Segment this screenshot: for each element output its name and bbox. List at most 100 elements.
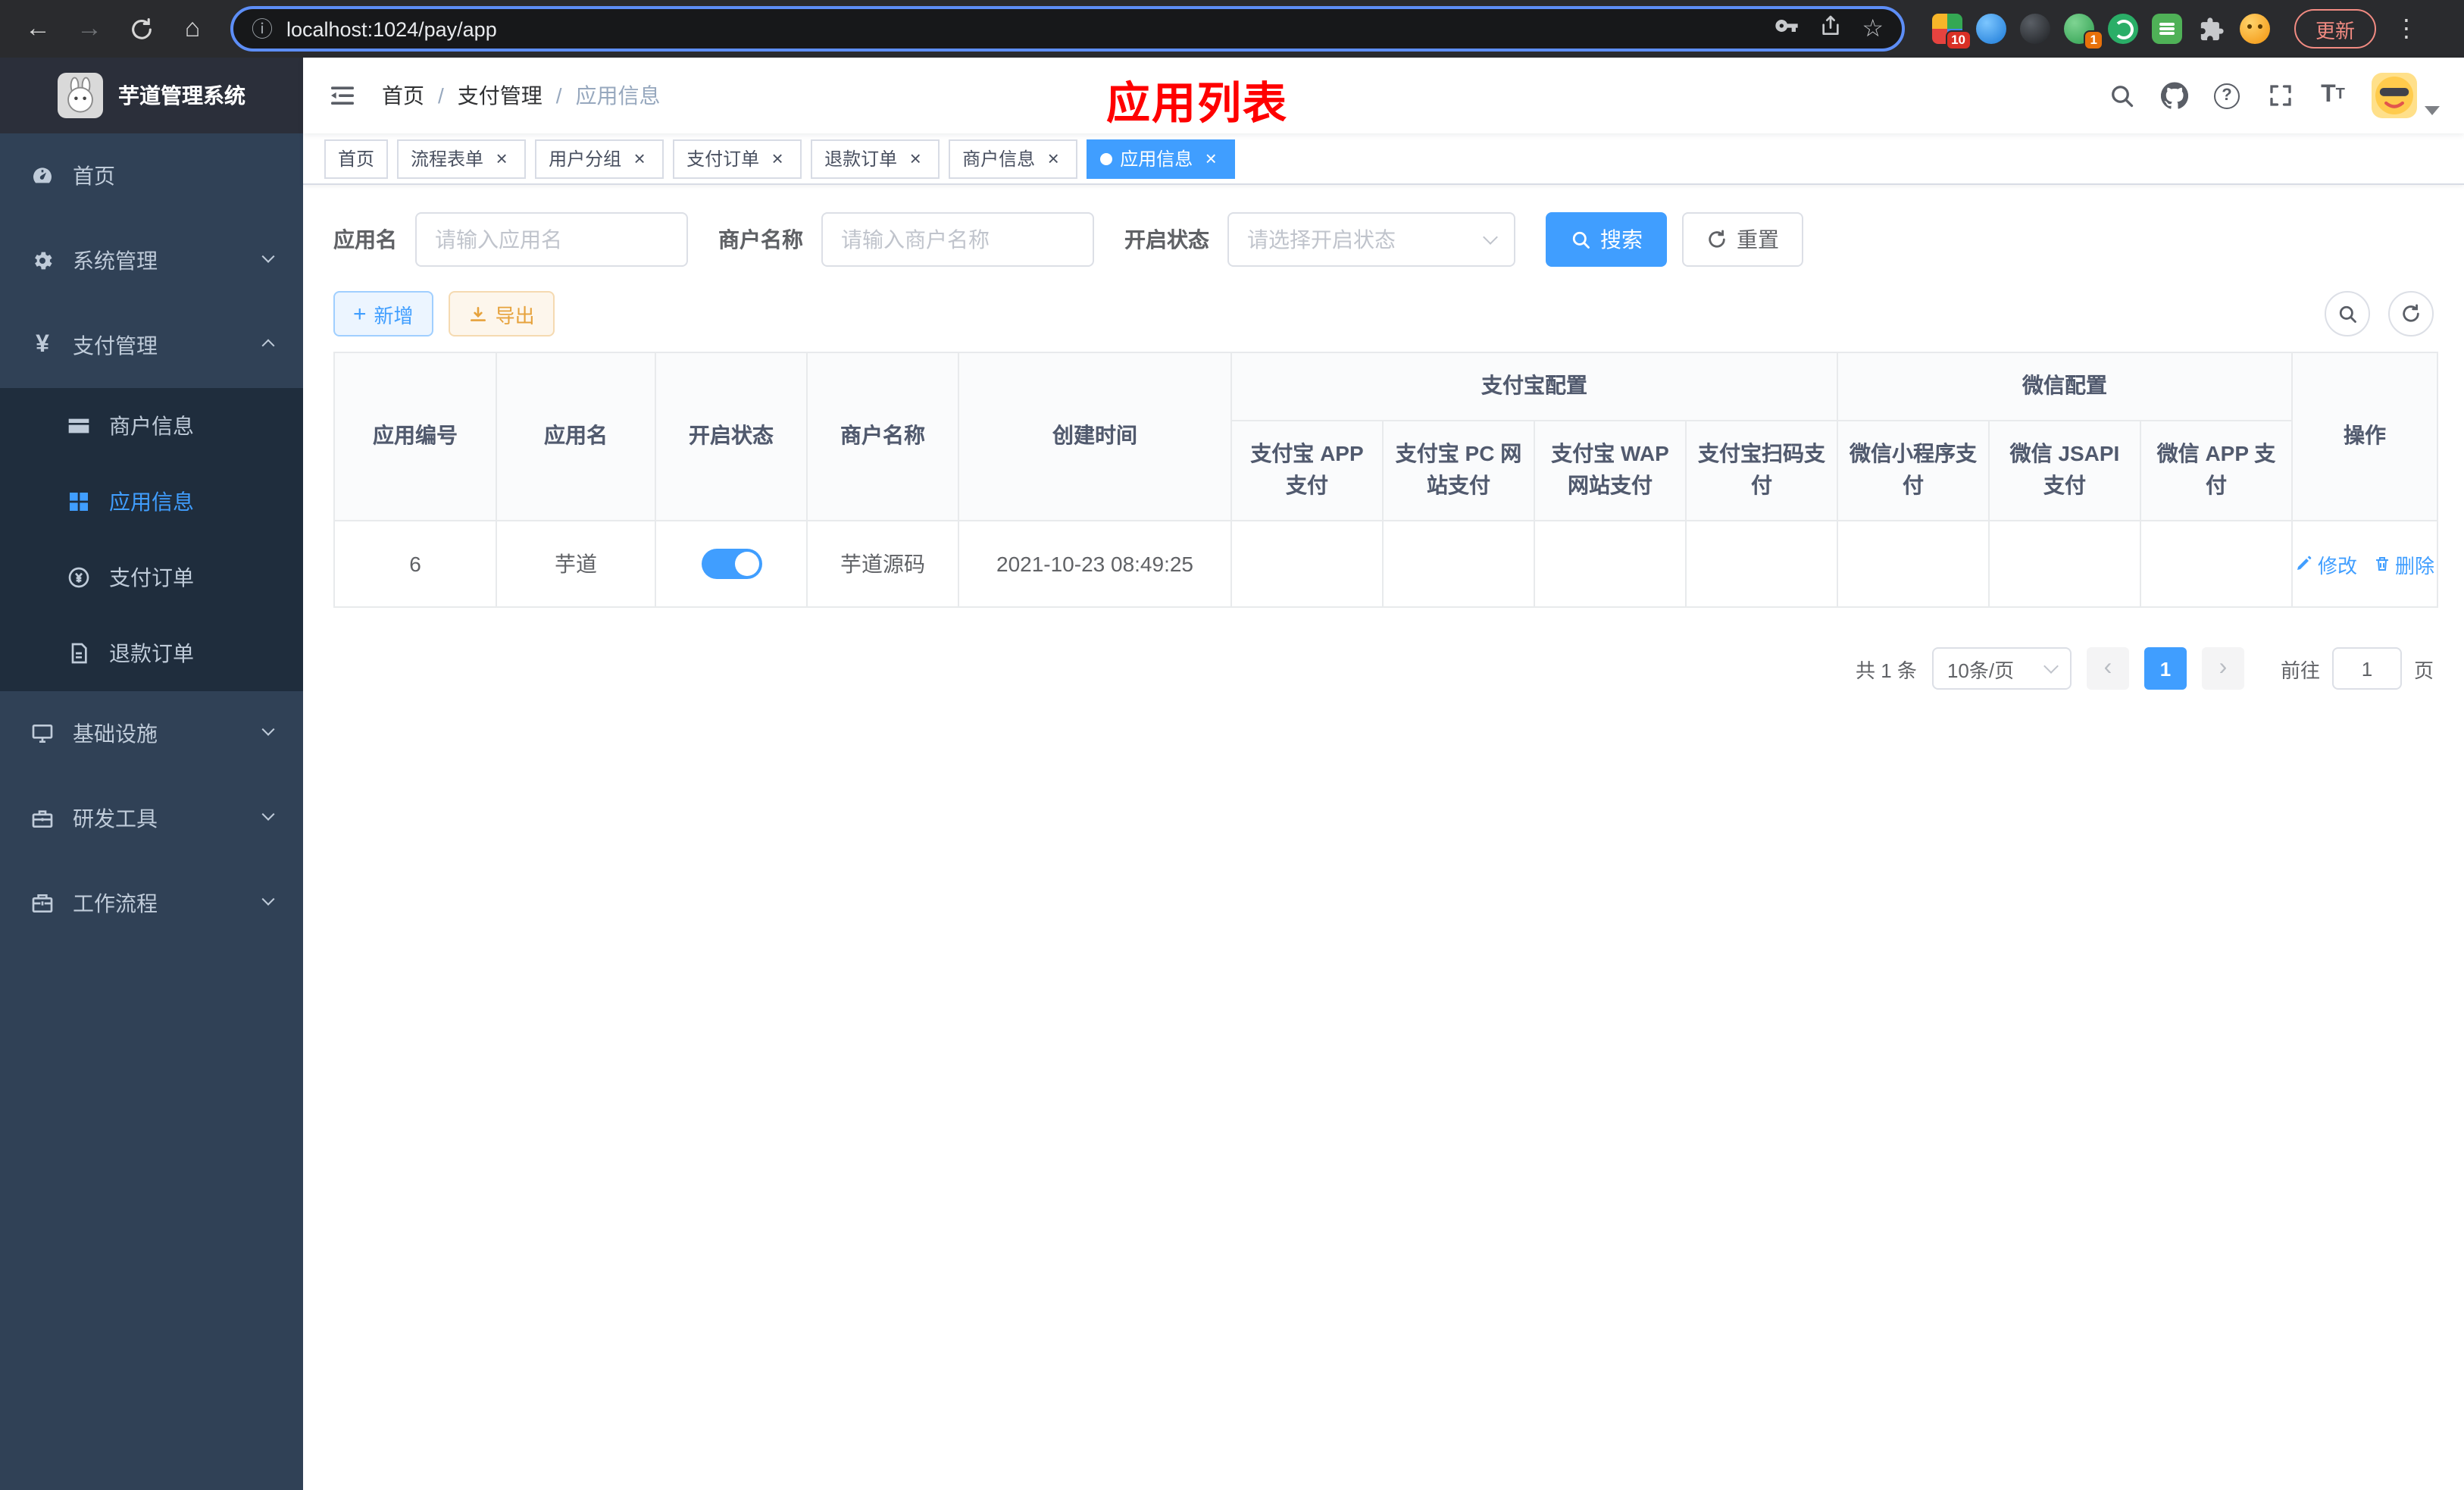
sidebar-item-label: 支付管理	[73, 333, 158, 358]
hamburger-icon[interactable]	[327, 80, 358, 111]
reset-button[interactable]: 重置	[1682, 212, 1803, 267]
app-logo[interactable]: 芋道管理系统	[0, 58, 303, 133]
tab-close-icon[interactable]: ×	[905, 148, 926, 169]
tab-close-icon[interactable]: ×	[767, 148, 788, 169]
forward-icon[interactable]: →	[67, 6, 112, 52]
tab-merchant-info[interactable]: 商户信息 ×	[949, 139, 1078, 178]
user-menu[interactable]	[2372, 73, 2440, 118]
tab-user-group[interactable]: 用户分组 ×	[535, 139, 664, 178]
chevron-down-icon	[261, 892, 275, 906]
font-size-icon[interactable]: TT	[2319, 81, 2347, 110]
refresh-table-button[interactable]	[2388, 291, 2434, 337]
extension-note-icon[interactable]	[2152, 14, 2182, 44]
delete-link[interactable]: 删除	[2372, 549, 2434, 578]
tab-app-info[interactable]: 应用信息 ×	[1087, 139, 1236, 178]
workflow-icon	[30, 891, 55, 916]
next-page-button[interactable]: ›	[2201, 647, 2244, 690]
group-alipay-config: 支付宝配置	[1230, 352, 1838, 421]
app-table: 应用编号 应用名 开启状态 商户名称 创建时间 支付宝配置 微信配置 操作 支付…	[333, 351, 2438, 609]
password-key-icon[interactable]	[1774, 13, 1798, 45]
sidebar-item-label: 首页	[73, 164, 115, 188]
page-number-button[interactable]: 1	[2143, 647, 2187, 690]
home-icon[interactable]: ⌂	[170, 6, 215, 52]
col-merchant-name: 商户名称	[806, 351, 959, 522]
status-select[interactable]: 请选择开启状态	[1227, 212, 1515, 267]
search-button[interactable]: 搜索	[1546, 212, 1667, 267]
extension-drop-icon[interactable]	[1976, 14, 2006, 44]
page-content: 应用名 商户名称 开启状态 请选择开启状态	[303, 185, 2464, 1490]
sidebar-item-payment-orders[interactable]: 支付订单	[0, 540, 303, 615]
status-toggle[interactable]	[701, 549, 761, 580]
cell-app-id: 6	[333, 520, 497, 609]
browser-update-button[interactable]: 更新	[2294, 9, 2377, 49]
edit-link[interactable]: 修改	[2295, 549, 2357, 578]
extension-avatar-icon[interactable]: 1	[2064, 14, 2103, 50]
gear-icon	[30, 249, 55, 273]
github-icon[interactable]	[2159, 81, 2188, 110]
tab-close-icon[interactable]: ×	[629, 148, 650, 169]
breadcrumb-home[interactable]: 首页	[382, 80, 424, 111]
reload-icon[interactable]	[118, 6, 164, 52]
add-button[interactable]: + 新增	[333, 291, 433, 337]
col-app-id: 应用编号	[333, 351, 497, 522]
top-navbar: 首页 / 支付管理 / 应用信息 应用列表 ? T T	[303, 58, 2464, 133]
tab-home[interactable]: 首页	[324, 139, 389, 178]
bookmark-star-icon[interactable]: ☆	[1862, 14, 1884, 44]
chevron-down-icon	[1483, 229, 1498, 244]
document-icon	[67, 641, 91, 665]
cell-wx-jsapi	[1988, 520, 2141, 609]
sidebar-item-system[interactable]: 系统管理	[0, 218, 303, 303]
plus-icon: +	[353, 301, 367, 327]
chevron-down-icon	[2043, 658, 2059, 674]
navbar-actions: ? TT	[2106, 73, 2440, 118]
page-size-select[interactable]: 10条/页	[1931, 647, 2072, 690]
avatar[interactable]	[2372, 73, 2417, 118]
search-icon[interactable]	[2106, 81, 2135, 110]
tab-payment-orders[interactable]: 支付订单 ×	[673, 139, 802, 178]
pencil-icon	[2297, 556, 2312, 571]
sidebar-item-infrastructure[interactable]: 基础设施	[0, 691, 303, 776]
sidebar-item-app-info[interactable]: 应用信息	[0, 464, 303, 540]
browser-profile-avatar[interactable]	[2240, 14, 2270, 44]
caret-down-icon	[2425, 106, 2440, 115]
yen-icon: ¥	[36, 332, 49, 358]
cell-alipay-qr	[1685, 520, 1838, 609]
trash-icon	[2375, 557, 2387, 571]
tab-close-icon[interactable]: ×	[1200, 148, 1221, 169]
sidebar-item-merchant-info[interactable]: 商户信息	[0, 388, 303, 464]
help-icon[interactable]: ?	[2212, 81, 2241, 110]
site-info-icon[interactable]: ⓘ	[252, 14, 273, 44]
breadcrumb-payment[interactable]: 支付管理	[458, 80, 543, 111]
extension-badge: 10	[1945, 30, 1972, 50]
extensions-puzzle-icon[interactable]	[2196, 14, 2226, 44]
prev-page-button[interactable]: ‹	[2086, 647, 2129, 690]
cell-alipay-pc	[1382, 520, 1535, 609]
share-icon[interactable]	[1818, 13, 1842, 45]
tab-close-icon[interactable]: ×	[1043, 148, 1064, 169]
extension-colorful-icon[interactable]: 10	[1932, 14, 1972, 50]
back-icon[interactable]: ←	[15, 6, 61, 52]
breadcrumb-current: 应用信息	[575, 83, 661, 108]
merchant-name-input[interactable]	[821, 212, 1094, 267]
tab-close-icon[interactable]: ×	[491, 148, 512, 169]
sidebar-item-home[interactable]: 首页	[0, 133, 303, 218]
extension-globe-icon[interactable]	[2020, 14, 2050, 44]
sidebar-item-dev-tools[interactable]: 研发工具	[0, 776, 303, 861]
export-button[interactable]: 导出	[448, 291, 555, 337]
tab-refund-orders[interactable]: 退款订单 ×	[811, 139, 940, 178]
sidebar-item-refund-orders[interactable]: 退款订单	[0, 615, 303, 691]
col-alipay-app: 支付宝 APP 支付	[1230, 419, 1384, 522]
toggle-search-button[interactable]	[2325, 291, 2370, 337]
cell-actions: 修改 删除	[2291, 520, 2438, 609]
tab-process-form[interactable]: 流程表单 ×	[397, 139, 527, 178]
address-bar[interactable]: ⓘ localhost:1024/pay/app ☆	[230, 6, 1905, 52]
sidebar-item-payment[interactable]: ¥ 支付管理	[0, 303, 303, 388]
goto-page-input[interactable]	[2331, 647, 2402, 690]
browser-menu-icon[interactable]: ⋮	[2394, 14, 2419, 44]
app-name-input[interactable]	[415, 212, 688, 267]
page-unit-label: 页	[2413, 659, 2434, 682]
sidebar-item-workflow[interactable]: 工作流程	[0, 861, 303, 946]
fullscreen-icon[interactable]	[2265, 81, 2294, 110]
extension-wechat-icon[interactable]	[2108, 14, 2138, 44]
cell-wx-app	[2140, 520, 2293, 609]
